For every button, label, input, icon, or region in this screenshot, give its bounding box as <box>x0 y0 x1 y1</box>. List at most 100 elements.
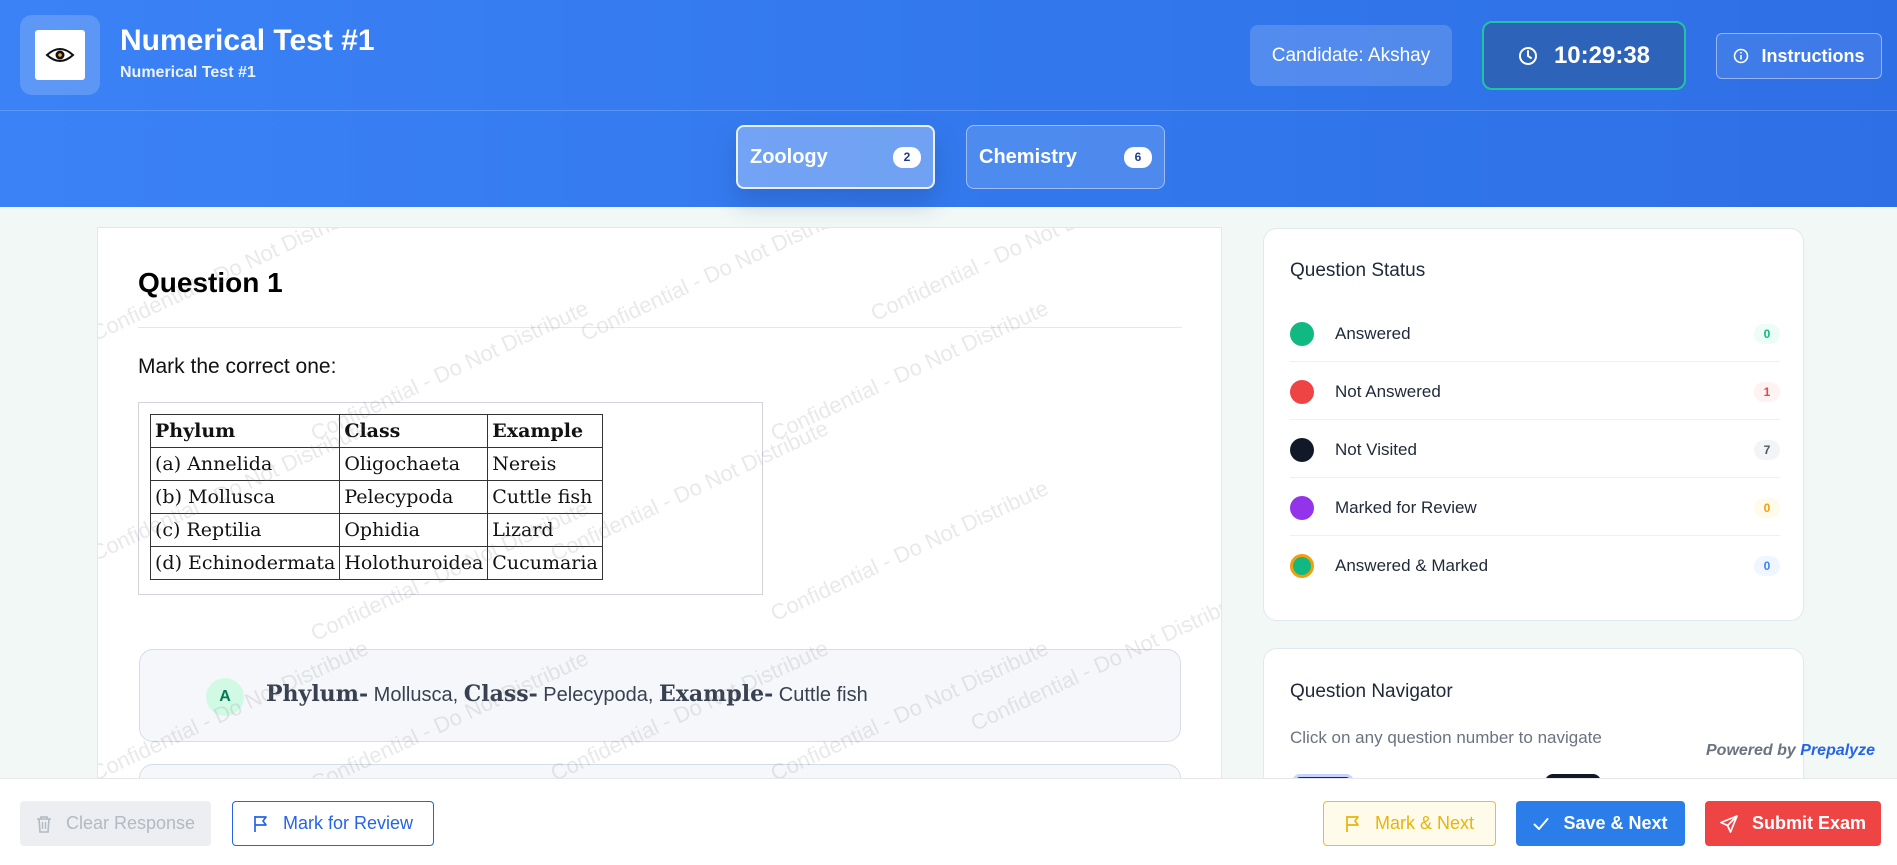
table-row: (d) Echinodermata Holothuroidea Cucumari… <box>149 546 603 580</box>
powered-by: Powered by Prepalyze <box>1706 742 1875 760</box>
status-not-answered: Not Answered 1 <box>1290 364 1780 420</box>
status-label: Marked for Review <box>1335 498 1477 517</box>
logo <box>20 15 100 95</box>
question-status-panel: Question Status Answered 0 Not Answered … <box>1263 228 1804 621</box>
watermark: Confidential - Do Not Distribute <box>576 227 863 346</box>
question-text: Mark the correct one: <box>138 355 337 378</box>
option-example-label: Example- <box>658 681 774 707</box>
tab-count-badge: 6 <box>1124 146 1152 168</box>
status-answered-marked: Answered & Marked 0 <box>1290 538 1780 594</box>
table-cell: Cuttle fish <box>487 480 603 514</box>
save-and-next-label: Save & Next <box>1563 813 1668 833</box>
instructions-button[interactable]: Instructions <box>1716 33 1882 79</box>
status-label: Not Visited <box>1335 440 1417 459</box>
trash-icon <box>36 815 52 833</box>
status-count-badge: 0 <box>1754 498 1780 518</box>
powered-by-prefix: Powered by <box>1706 742 1796 759</box>
table-header: Class <box>339 414 489 448</box>
watermark: Confidential - Do Not Distribute <box>766 475 1053 626</box>
table-header: Example <box>487 414 603 448</box>
flag-icon <box>1345 815 1361 833</box>
status-title: Question Status <box>1290 260 1426 281</box>
status-dot <box>1290 380 1314 404</box>
status-count-badge: 7 <box>1754 440 1780 460</box>
mark-for-review-label: Mark for Review <box>282 813 414 833</box>
submit-exam-label: Submit Exam <box>1751 813 1867 833</box>
option-example-value: Cuttle fish <box>778 684 868 706</box>
table-cell: Ophidia <box>339 513 489 547</box>
status-dot <box>1290 438 1314 462</box>
divider <box>138 327 1182 328</box>
flag-icon <box>253 815 269 833</box>
watermark: Confidential - Do Not Distribute <box>866 227 1153 326</box>
table-row: (b) Mollusca Pelecypoda Cuttle fish <box>149 480 603 514</box>
status-marked-review: Marked for Review 0 <box>1290 480 1780 536</box>
phylum-table: Phylum Class Example (a) Annelida Oligoc… <box>149 414 603 580</box>
check-icon <box>1533 817 1549 831</box>
question-image-table: Phylum Class Example (a) Annelida Oligoc… <box>138 402 763 595</box>
info-icon <box>1733 48 1749 64</box>
watermark: Confidential - Do Not Distribute <box>766 295 1053 446</box>
option-class-label: Class- <box>463 681 538 707</box>
table-cell: (b) Mollusca <box>149 480 341 514</box>
option-phylum-label: Phylum- <box>266 681 369 707</box>
option-text: Phylum- Mollusca, Class- Pelecypoda, Exa… <box>266 681 868 707</box>
clear-response-label: Clear Response <box>65 813 196 833</box>
table-cell: Cucumaria <box>487 546 603 580</box>
status-dot <box>1290 554 1314 578</box>
option-phylum-value: Mollusca, <box>373 684 459 706</box>
status-count-badge: 1 <box>1754 382 1780 402</box>
timer-value: 10:29:38 <box>1553 41 1651 69</box>
navigator-title: Question Navigator <box>1290 681 1453 702</box>
clock-icon <box>1518 46 1538 66</box>
mark-and-next-label: Mark & Next <box>1374 813 1475 833</box>
submit-exam-button[interactable]: Submit Exam <box>1705 801 1881 846</box>
save-and-next-button[interactable]: Save & Next <box>1516 801 1685 846</box>
option-letter: A <box>206 678 244 716</box>
tab-label: Chemistry <box>979 145 1077 168</box>
tab-chemistry[interactable]: Chemistry 6 <box>966 125 1165 189</box>
option-class-value: Pelecypoda, <box>543 684 654 706</box>
status-dot <box>1290 322 1314 346</box>
clear-response-button[interactable]: Clear Response <box>20 801 211 846</box>
question-navigator-panel: Question Navigator Click on any question… <box>1263 648 1804 798</box>
table-cell: Lizard <box>487 513 603 547</box>
status-count-badge: 0 <box>1754 556 1780 576</box>
table-cell: Holothuroidea <box>339 546 489 580</box>
powered-by-brand: Prepalyze <box>1800 742 1875 759</box>
navigator-hint: Click on any question number to navigate <box>1290 728 1602 747</box>
candidate-badge: Candidate: Akshay <box>1250 25 1452 86</box>
eye-logo-icon <box>35 30 85 80</box>
header-divider <box>0 110 1897 111</box>
tab-zoology[interactable]: Zoology 2 <box>736 125 935 189</box>
table-header: Phylum <box>149 414 341 448</box>
option-a[interactable]: A Phylum- Mollusca, Class- Pelecypoda, E… <box>139 649 1181 742</box>
status-count-badge: 0 <box>1754 324 1780 344</box>
status-dot <box>1290 496 1314 520</box>
status-answered: Answered 0 <box>1290 306 1780 362</box>
status-not-visited: Not Visited 7 <box>1290 422 1780 478</box>
table-cell: (a) Annelida <box>149 447 341 481</box>
mark-and-next-button[interactable]: Mark & Next <box>1323 801 1496 846</box>
question-card: Question 1 Mark the correct one: Phylum … <box>97 227 1222 787</box>
table-row: (c) Reptilia Ophidia Lizard <box>149 513 603 547</box>
send-icon <box>1720 814 1738 833</box>
exam-title: Numerical Test #1 <box>120 24 375 57</box>
exam-header: Numerical Test #1 Numerical Test #1 Cand… <box>0 0 1897 207</box>
tab-label: Zoology <box>750 145 828 168</box>
exam-timer: 10:29:38 <box>1482 21 1686 90</box>
table-cell: (d) Echinodermata <box>149 546 341 580</box>
table-header-row: Phylum Class Example <box>149 414 603 448</box>
table-cell: (c) Reptilia <box>149 513 341 547</box>
exam-subtitle: Numerical Test #1 <box>120 64 256 81</box>
status-label: Answered <box>1335 324 1411 343</box>
table-cell: Pelecypoda <box>339 480 489 514</box>
instructions-label: Instructions <box>1761 45 1865 66</box>
mark-for-review-button[interactable]: Mark for Review <box>232 801 434 846</box>
question-title: Question 1 <box>138 267 283 298</box>
table-row: (a) Annelida Oligochaeta Nereis <box>149 447 603 481</box>
table-cell: Oligochaeta <box>339 447 489 481</box>
table-cell: Nereis <box>487 447 603 481</box>
status-label: Answered & Marked <box>1335 556 1489 575</box>
tab-count-badge: 2 <box>893 146 921 168</box>
